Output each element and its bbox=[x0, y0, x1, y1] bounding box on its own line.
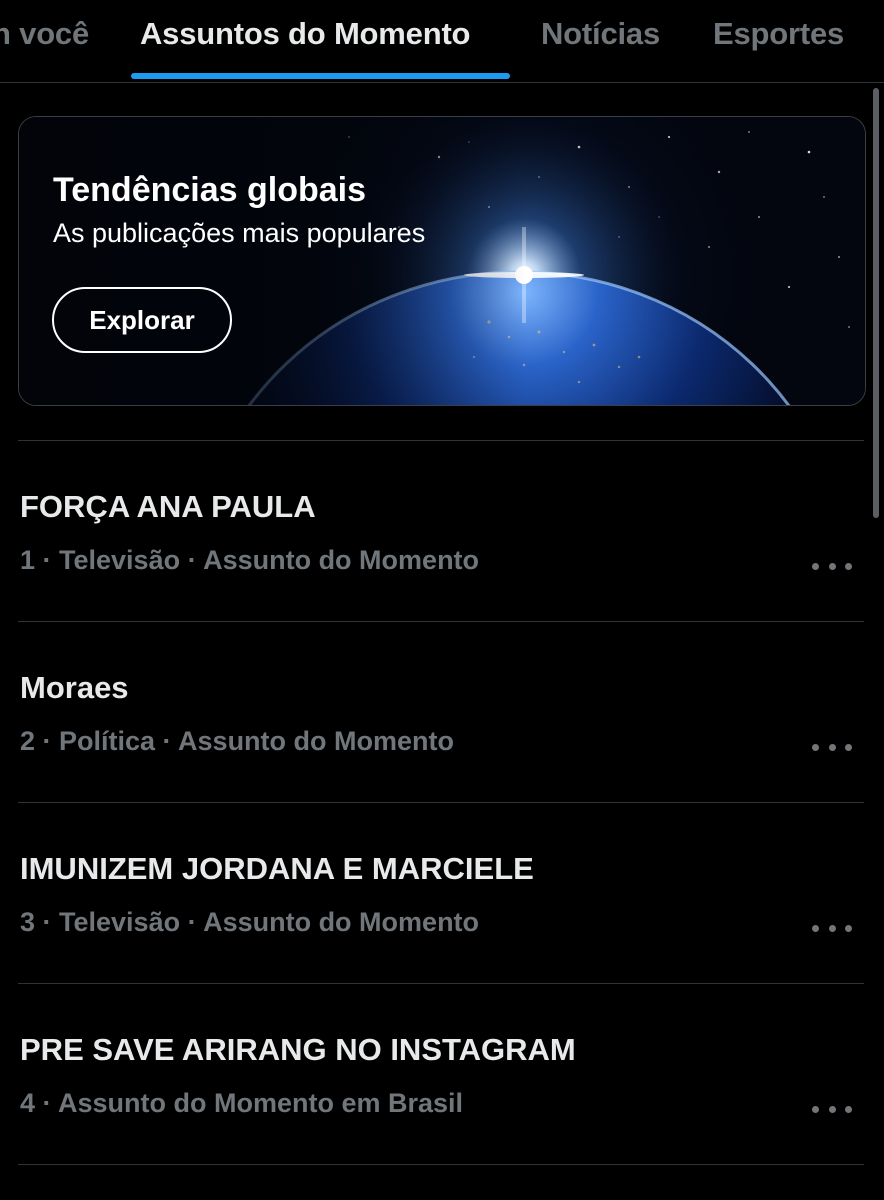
explore-page: n você Assuntos do Momento Notícias Espo… bbox=[0, 0, 884, 1200]
trend-title: FORÇA ANA PAULA bbox=[20, 489, 316, 524]
tab-sports[interactable]: Esportes bbox=[713, 16, 844, 52]
trend-title: Moraes bbox=[20, 670, 129, 705]
trend-item[interactable]: PRE SAVE ARIRANG NO INSTAGRAM 4 · Assunt… bbox=[0, 984, 884, 1164]
more-options-icon[interactable] bbox=[812, 556, 852, 576]
trend-meta: 4 · Assunto do Momento em Brasil bbox=[20, 1088, 464, 1118]
trend-meta: 1 · Televisão · Assunto do Momento bbox=[20, 545, 480, 575]
trend-item[interactable]: FORÇA ANA PAULA 1 · Televisão · Assunto … bbox=[0, 441, 884, 621]
banner-title: Tendências globais bbox=[53, 171, 367, 209]
trend-title: PRE SAVE ARIRANG NO INSTAGRAM bbox=[20, 1032, 576, 1067]
banner-subtitle: As publicações mais populares bbox=[53, 218, 426, 248]
trend-title: IMUNIZEM JORDANA E MARCIELE bbox=[20, 851, 534, 886]
more-options-icon[interactable] bbox=[812, 737, 852, 757]
tab-trending[interactable]: Assuntos do Momento bbox=[140, 16, 471, 52]
trend-item[interactable]: Moraes 2 · Política · Assunto do Momento bbox=[0, 622, 884, 802]
tab-bar: n você Assuntos do Momento Notícias Espo… bbox=[0, 0, 884, 83]
trend-meta: 3 · Televisão · Assunto do Momento bbox=[20, 907, 480, 937]
tab-for-you[interactable]: n você bbox=[0, 16, 89, 52]
earth-from-space-image bbox=[19, 117, 865, 405]
trend-meta: 2 · Política · Assunto do Momento bbox=[20, 726, 455, 756]
active-tab-indicator bbox=[131, 73, 510, 79]
divider bbox=[18, 1164, 864, 1165]
explore-button[interactable]: Explorar bbox=[52, 287, 232, 353]
more-options-icon[interactable] bbox=[812, 918, 852, 938]
global-trends-banner[interactable]: Tendências globais As publicações mais p… bbox=[18, 116, 866, 406]
tab-news[interactable]: Notícias bbox=[541, 16, 660, 52]
trend-item[interactable]: IMUNIZEM JORDANA E MARCIELE 3 · Televisã… bbox=[0, 803, 884, 983]
more-options-icon[interactable] bbox=[812, 1099, 852, 1119]
